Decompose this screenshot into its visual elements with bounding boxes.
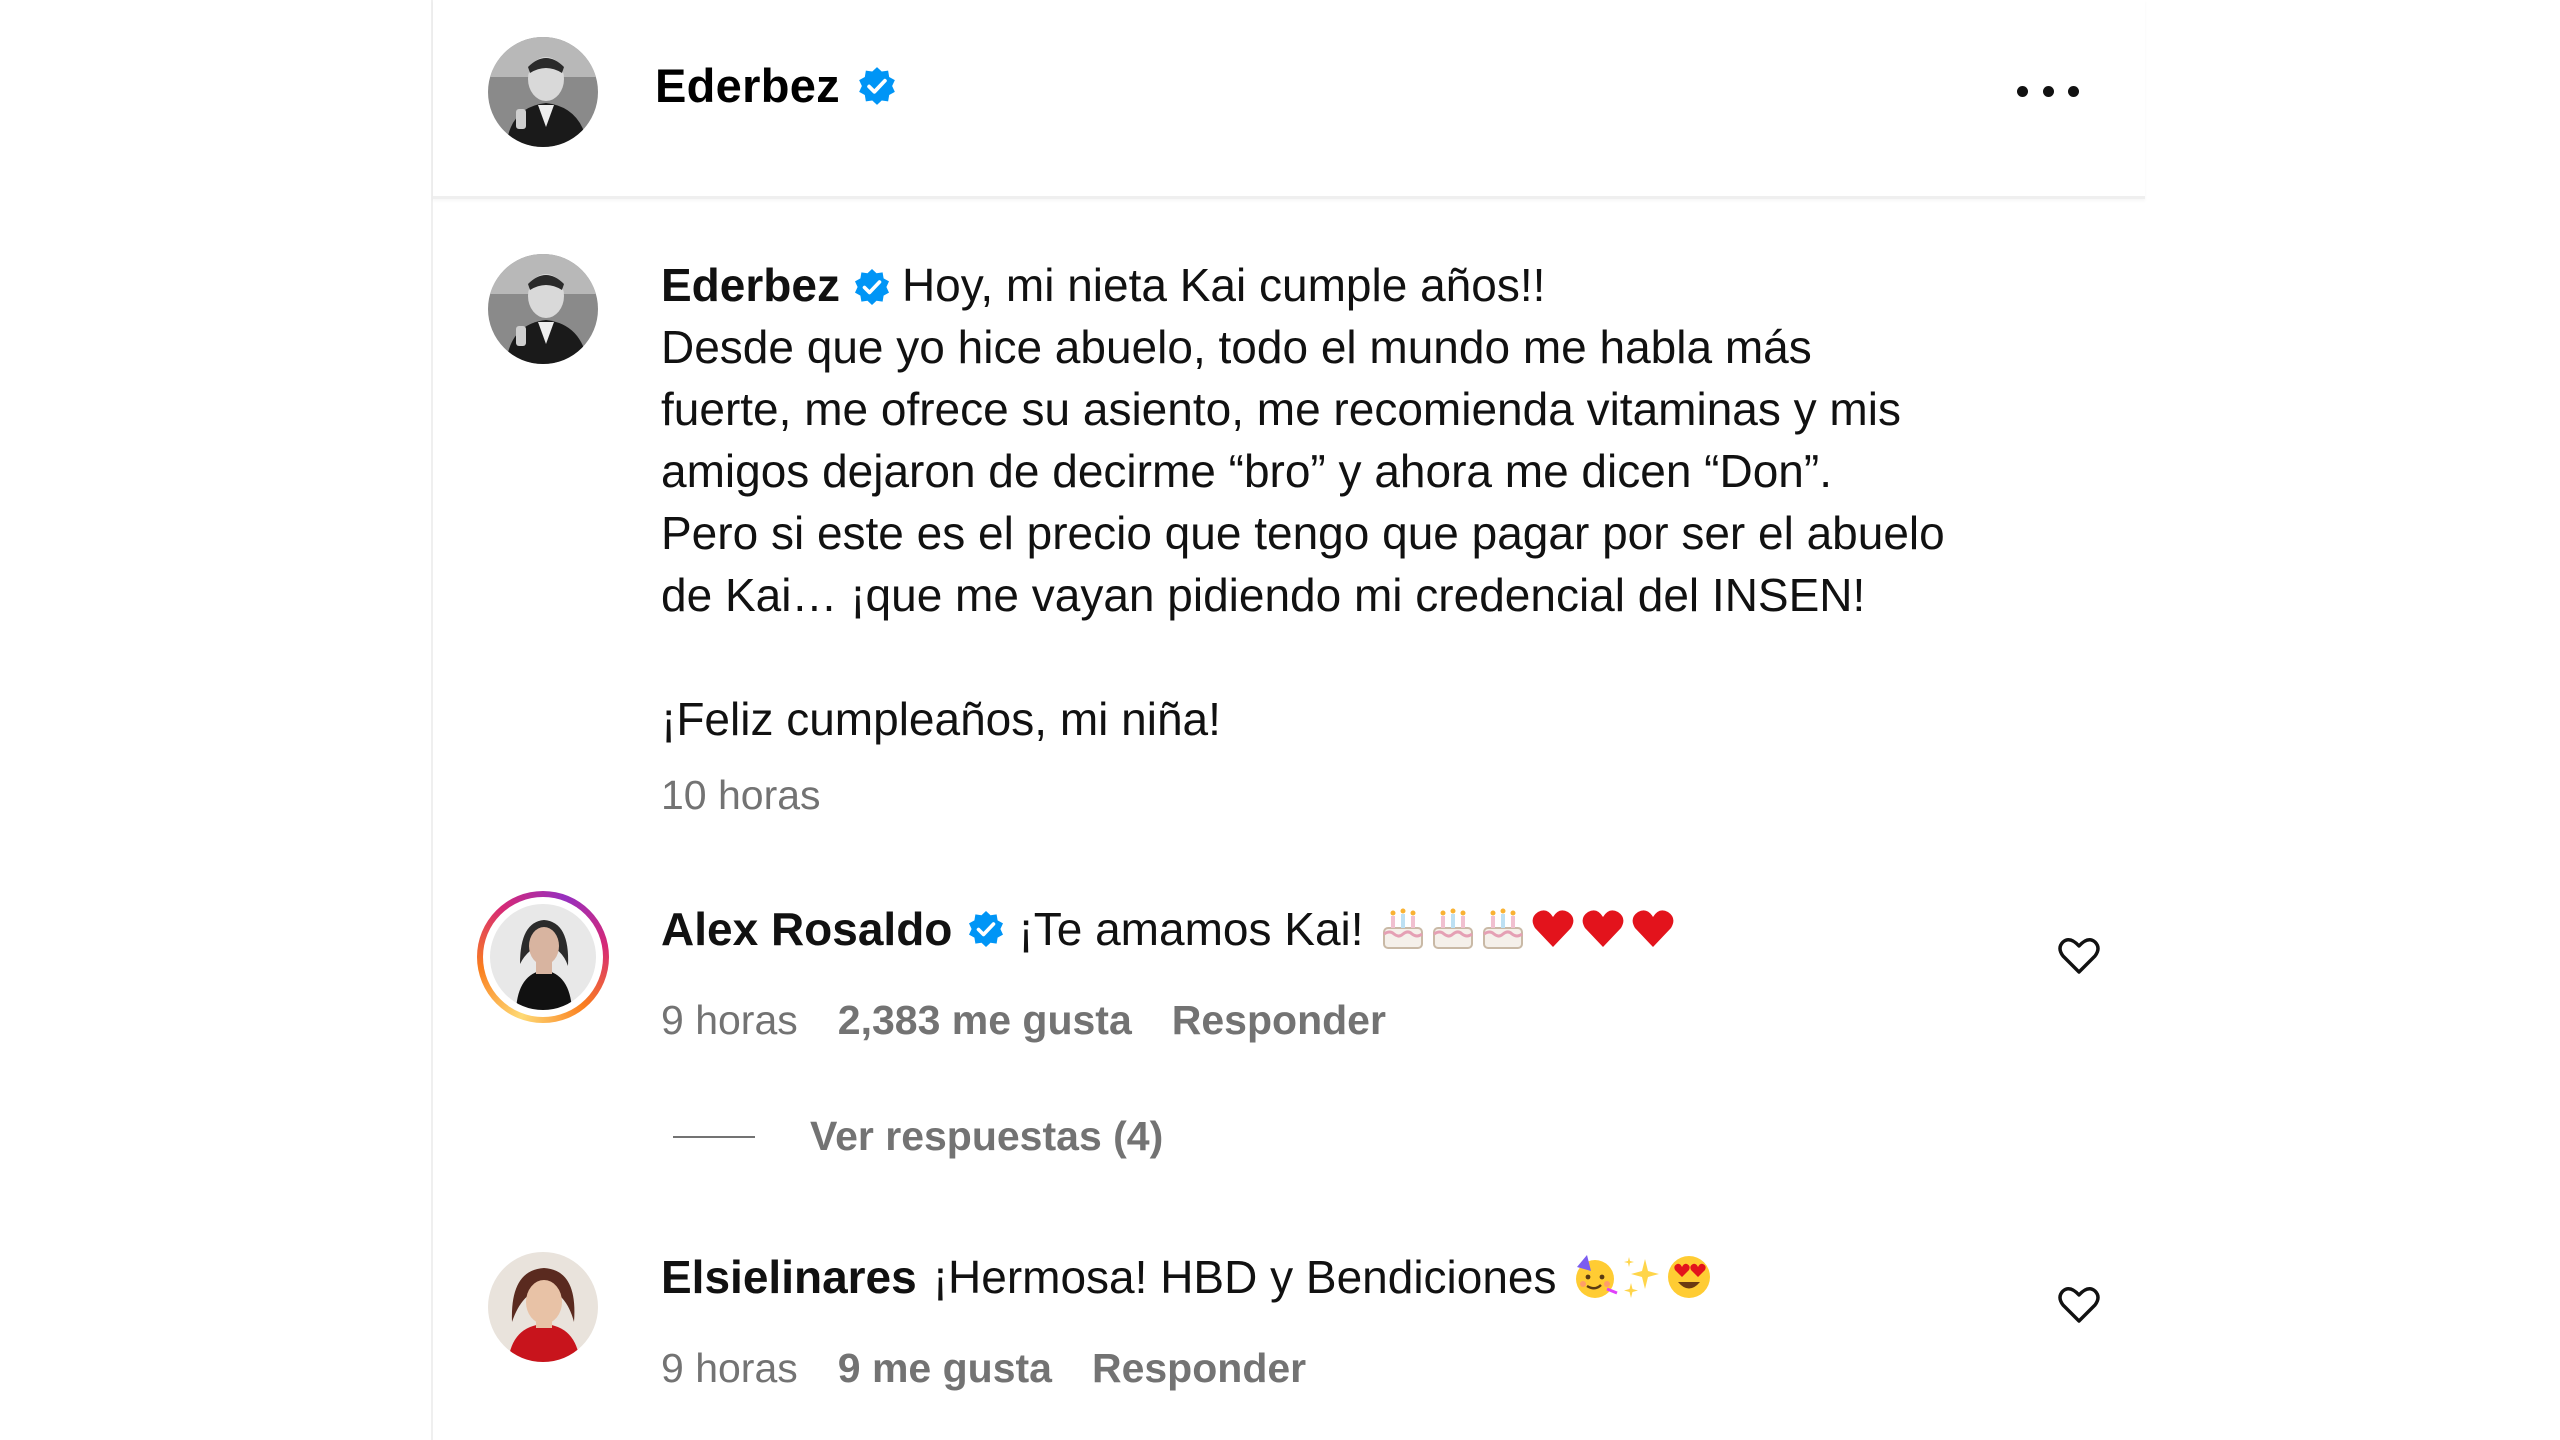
comment-meta: 9 horas 9 me gusta Responder	[661, 1345, 1306, 1392]
comment-username[interactable]: Alex Rosaldo	[661, 902, 952, 956]
profile-photo-icon	[490, 904, 596, 1010]
caption-text-line: Desde que yo hice abuelo, todo el mundo …	[661, 321, 1812, 373]
post-comments-panel: Ederbez Ederbez Hoy, mi nieta Kai cumple…	[431, 0, 2145, 1440]
comment-body: Alex Rosaldo ¡Te amamos Kai!	[661, 902, 1676, 956]
red-heart-icon	[1532, 910, 1573, 947]
caption-text-line: de Kai… ¡que me vayan pidiendo mi creden…	[661, 569, 1866, 621]
caption-text-line: Pero si este es el precio que tengo que …	[661, 507, 1945, 559]
verified-badge-icon	[859, 66, 895, 105]
username-text[interactable]: Ederbez	[655, 58, 840, 113]
caption-username[interactable]: Ederbez	[661, 259, 840, 311]
like-heart-icon[interactable]	[2057, 936, 2101, 976]
comment-emojis	[1380, 906, 1676, 952]
comment-timestamp[interactable]: 9 horas	[661, 1345, 798, 1391]
post-caption: Ederbez Hoy, mi nieta Kai cumple años!! …	[661, 254, 2081, 750]
red-heart-icon	[1632, 910, 1673, 947]
profile-photo-icon	[488, 1252, 598, 1362]
more-horizontal-icon[interactable]	[2017, 78, 2079, 104]
comment-emojis	[1571, 1253, 1713, 1301]
sparkles-icon	[1623, 1257, 1659, 1298]
comment-text: ¡Hermosa! HBD y Bendiciones	[932, 1251, 1557, 1303]
profile-photo-icon	[488, 37, 598, 147]
comment-username[interactable]: Elsielinares	[661, 1250, 917, 1304]
post-header: Ederbez	[433, 0, 2145, 199]
caption-first-line: Ederbez Hoy, mi nieta Kai cumple años!!	[661, 254, 2081, 316]
verified-badge-icon	[854, 269, 889, 305]
birthday-cake-icon	[1432, 908, 1473, 949]
caption-text-line: amigos dejaron de decirme “bro” y ahora …	[661, 445, 1832, 497]
comment-meta: 9 horas 2,383 me gusta Responder	[661, 997, 1386, 1044]
view-replies-button[interactable]: Ver respuestas (4)	[673, 1113, 1163, 1160]
birthday-cake-icon	[1382, 908, 1423, 949]
caption-timestamp[interactable]: 10 horas	[661, 772, 821, 819]
birthday-cake-icon	[1482, 908, 1523, 949]
reply-button[interactable]: Responder	[1172, 997, 1386, 1043]
likes-count[interactable]: 9 me gusta	[838, 1345, 1052, 1391]
comment-timestamp[interactable]: 9 horas	[661, 997, 798, 1043]
partying-face-icon	[1575, 1255, 1618, 1298]
caption-text-line: fuerte, me ofrece su asiento, me recomie…	[661, 383, 1901, 435]
view-replies-label[interactable]: Ver respuestas (4)	[810, 1113, 1163, 1160]
likes-count[interactable]: 2,383 me gusta	[838, 997, 1132, 1043]
caption-text-line: ¡Feliz cumpleaños, mi niña!	[661, 693, 1221, 745]
comment-avatar[interactable]	[490, 904, 596, 1010]
profile-photo-icon	[488, 254, 598, 364]
like-heart-icon[interactable]	[2057, 1285, 2101, 1325]
caption-avatar[interactable]	[488, 254, 598, 364]
caption-text-line: Hoy, mi nieta Kai cumple años!!	[901, 259, 1546, 311]
comment-body: Elsielinares ¡Hermosa! HBD y Bendiciones	[661, 1250, 1713, 1304]
avatar[interactable]	[488, 37, 598, 147]
reply-button[interactable]: Responder	[1092, 1345, 1306, 1391]
comment-text: ¡Te amamos Kai!	[1018, 903, 1364, 955]
replies-divider	[673, 1135, 755, 1138]
heart-eyes-icon	[1667, 1256, 1710, 1298]
header-username[interactable]: Ederbez	[655, 58, 898, 113]
verified-badge-icon	[969, 911, 1004, 947]
comment-avatar[interactable]	[488, 1252, 598, 1362]
red-heart-icon	[1582, 910, 1623, 947]
